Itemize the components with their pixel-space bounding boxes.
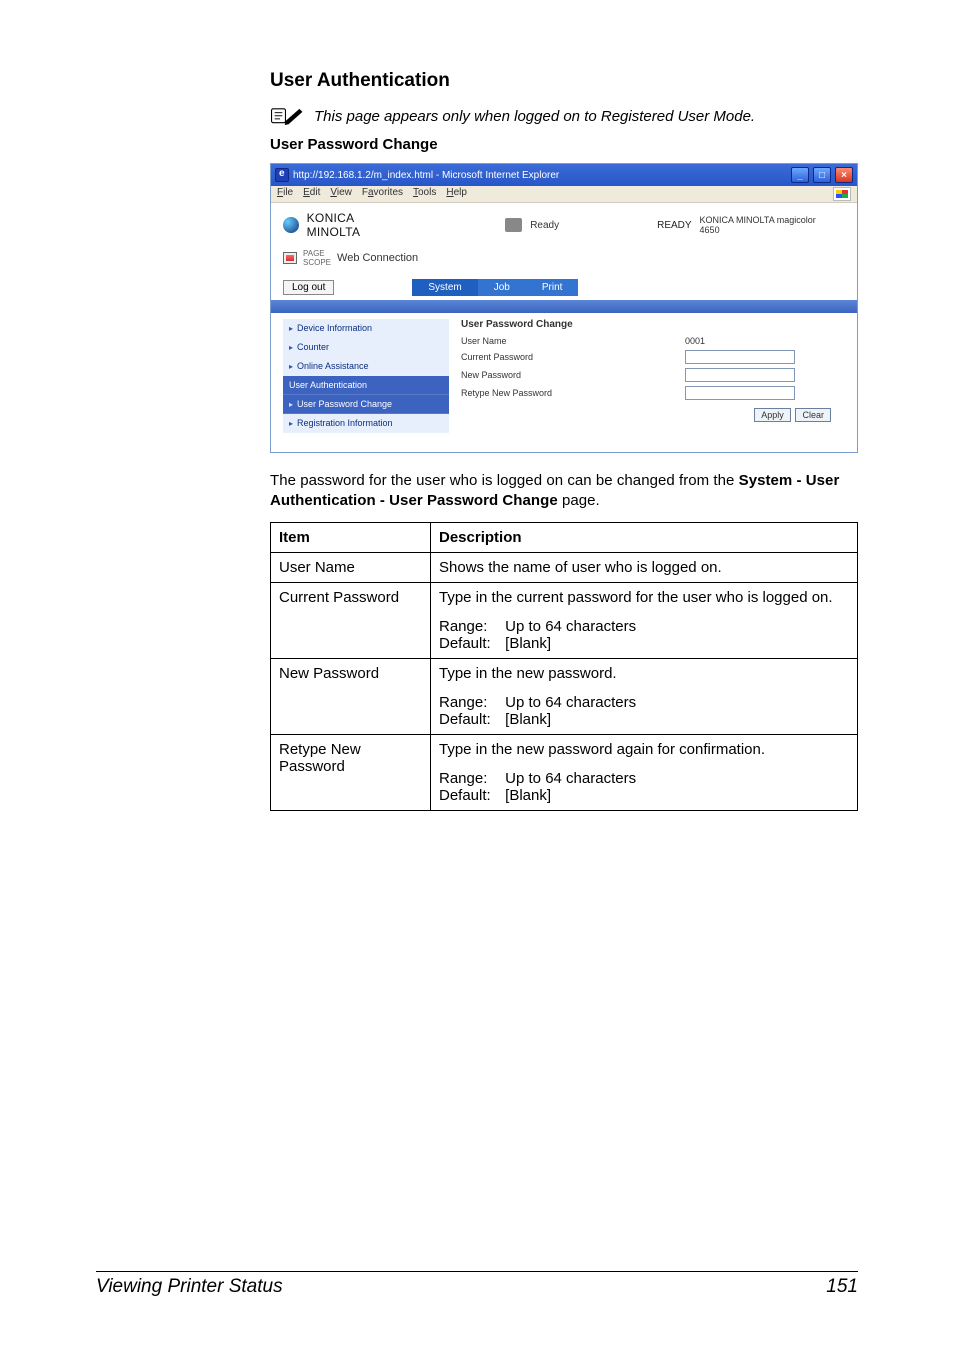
clear-button[interactable]: Clear bbox=[795, 408, 831, 422]
cell-item: Current Password bbox=[271, 582, 431, 658]
cell-desc: Type in the new password again for confi… bbox=[431, 734, 858, 810]
minimize-button[interactable]: _ bbox=[791, 167, 809, 183]
content-panel: User Password Change User Name 0001 Curr… bbox=[461, 319, 845, 433]
tab-print[interactable]: Print bbox=[526, 279, 579, 296]
status-value: READY bbox=[657, 220, 691, 231]
section-heading: User Authentication bbox=[270, 70, 858, 92]
cell-desc: Type in the new password. Range: Up to 6… bbox=[431, 658, 858, 734]
status-label: Ready bbox=[530, 220, 559, 231]
model-name: KONICA MINOLTA magicolor 4650 bbox=[700, 215, 847, 235]
sidebar-item-user-pw-change[interactable]: User Password Change bbox=[283, 395, 449, 414]
note-icon bbox=[270, 104, 304, 126]
tab-system[interactable]: System bbox=[412, 279, 477, 296]
input-retype-pw[interactable] bbox=[685, 386, 795, 400]
field-label-retype-pw: Retype New Password bbox=[461, 388, 579, 398]
web-connection-label: Web Connection bbox=[337, 252, 418, 264]
ie-flag-icon bbox=[833, 187, 851, 201]
table-row: User Name Shows the name of user who is … bbox=[271, 552, 858, 582]
logout-button[interactable]: Log out bbox=[283, 280, 334, 295]
close-button[interactable]: × bbox=[835, 167, 853, 183]
subsection-heading: User Password Change bbox=[270, 136, 858, 153]
ie-icon bbox=[275, 168, 289, 182]
browser-window: http://192.168.1.2/m_index.html - Micros… bbox=[270, 163, 858, 453]
menu-favorites[interactable]: Favorites bbox=[362, 187, 403, 201]
window-titlebar: http://192.168.1.2/m_index.html - Micros… bbox=[271, 164, 857, 186]
input-new-pw[interactable] bbox=[685, 368, 795, 382]
sidebar-item-user-auth[interactable]: User Authentication bbox=[283, 376, 449, 395]
field-label-new-pw: New Password bbox=[461, 370, 579, 380]
tab-job[interactable]: Job bbox=[478, 279, 526, 296]
menu-view[interactable]: View bbox=[330, 187, 352, 201]
cell-desc: Type in the current password for the use… bbox=[431, 582, 858, 658]
footer-page-number: 151 bbox=[826, 1276, 858, 1298]
table-row: Current Password Type in the current pas… bbox=[271, 582, 858, 658]
input-current-pw[interactable] bbox=[685, 350, 795, 364]
field-label-current-pw: Current Password bbox=[461, 352, 579, 362]
pagescope-icon bbox=[283, 252, 297, 264]
apply-button[interactable]: Apply bbox=[754, 408, 791, 422]
menu-bar: File Edit View Favorites Tools Help bbox=[271, 186, 857, 203]
cell-item: New Password bbox=[271, 658, 431, 734]
panel-title: User Password Change bbox=[461, 319, 845, 330]
menu-tools[interactable]: Tools bbox=[413, 187, 436, 201]
cell-desc: Shows the name of user who is logged on. bbox=[431, 552, 858, 582]
logo-icon bbox=[283, 217, 299, 233]
note-text: This page appears only when logged on to… bbox=[314, 108, 755, 125]
menu-file[interactable]: File bbox=[277, 187, 293, 201]
table-row: Retype New Password Type in the new pass… bbox=[271, 734, 858, 810]
sidebar: Device Information Counter Online Assist… bbox=[283, 319, 449, 433]
th-desc: Description bbox=[431, 522, 858, 552]
printer-icon bbox=[505, 218, 523, 232]
field-value-username: 0001 bbox=[685, 336, 705, 346]
table-row: New Password Type in the new password. R… bbox=[271, 658, 858, 734]
sidebar-item-online-assist[interactable]: Online Assistance bbox=[283, 357, 449, 376]
cell-item: User Name bbox=[271, 552, 431, 582]
footer-title: Viewing Printer Status bbox=[96, 1276, 283, 1298]
sidebar-item-device-info[interactable]: Device Information bbox=[283, 319, 449, 338]
tab-underline bbox=[271, 300, 857, 313]
note-row: This page appears only when logged on to… bbox=[270, 104, 858, 126]
brand-name: KONICA MINOLTA bbox=[307, 211, 409, 239]
menu-help[interactable]: Help bbox=[446, 187, 467, 201]
spec-table: Item Description User Name Shows the nam… bbox=[270, 522, 858, 811]
sidebar-item-counter[interactable]: Counter bbox=[283, 338, 449, 357]
page-footer: Viewing Printer Status 151 bbox=[96, 1271, 858, 1298]
sidebar-item-registration[interactable]: Registration Information bbox=[283, 414, 449, 433]
field-label-username: User Name bbox=[461, 336, 579, 346]
window-title: http://192.168.1.2/m_index.html - Micros… bbox=[293, 170, 559, 181]
cell-item: Retype New Password bbox=[271, 734, 431, 810]
intro-paragraph: The password for the user who is logged … bbox=[270, 471, 858, 512]
maximize-button[interactable]: □ bbox=[813, 167, 831, 183]
menu-edit[interactable]: Edit bbox=[303, 187, 320, 201]
pagescope-label: PAGESCOPE bbox=[303, 249, 331, 267]
th-item: Item bbox=[271, 522, 431, 552]
